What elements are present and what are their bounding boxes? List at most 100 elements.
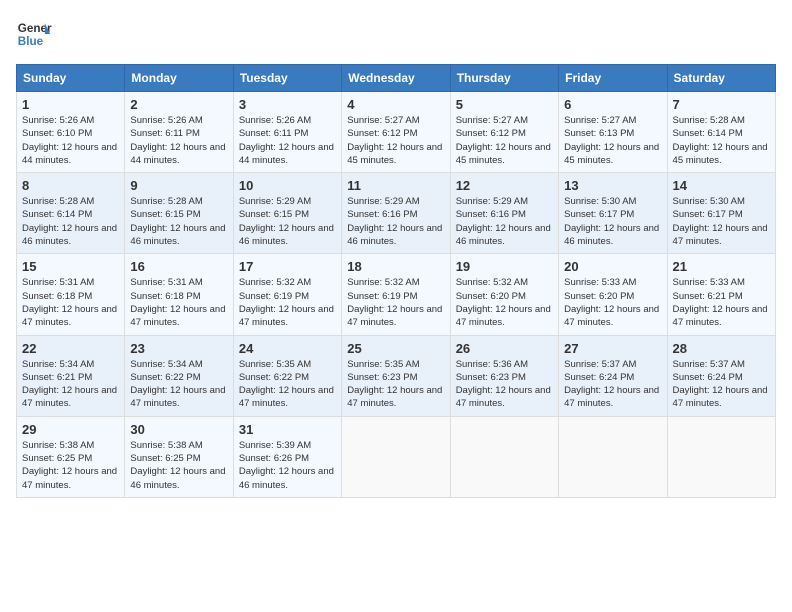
weekday-header: Friday	[559, 65, 667, 92]
calendar-day-cell: 21 Sunrise: 5:33 AMSunset: 6:21 PMDaylig…	[667, 254, 775, 335]
day-info: Sunrise: 5:29 AMSunset: 6:16 PMDaylight:…	[347, 196, 442, 247]
calendar-day-cell: 6 Sunrise: 5:27 AMSunset: 6:13 PMDayligh…	[559, 92, 667, 173]
day-info: Sunrise: 5:30 AMSunset: 6:17 PMDaylight:…	[673, 196, 768, 247]
calendar-day-cell: 20 Sunrise: 5:33 AMSunset: 6:20 PMDaylig…	[559, 254, 667, 335]
day-number: 19	[456, 259, 553, 274]
calendar-day-cell: 17 Sunrise: 5:32 AMSunset: 6:19 PMDaylig…	[233, 254, 341, 335]
day-info: Sunrise: 5:26 AMSunset: 6:10 PMDaylight:…	[22, 115, 117, 166]
calendar-day-cell: 27 Sunrise: 5:37 AMSunset: 6:24 PMDaylig…	[559, 335, 667, 416]
calendar-week-row: 22 Sunrise: 5:34 AMSunset: 6:21 PMDaylig…	[17, 335, 776, 416]
calendar-day-cell	[667, 416, 775, 497]
calendar-day-cell: 24 Sunrise: 5:35 AMSunset: 6:22 PMDaylig…	[233, 335, 341, 416]
day-info: Sunrise: 5:27 AMSunset: 6:13 PMDaylight:…	[564, 115, 659, 166]
calendar-day-cell: 29 Sunrise: 5:38 AMSunset: 6:25 PMDaylig…	[17, 416, 125, 497]
calendar-day-cell: 14 Sunrise: 5:30 AMSunset: 6:17 PMDaylig…	[667, 173, 775, 254]
calendar-day-cell: 10 Sunrise: 5:29 AMSunset: 6:15 PMDaylig…	[233, 173, 341, 254]
calendar-day-cell: 12 Sunrise: 5:29 AMSunset: 6:16 PMDaylig…	[450, 173, 558, 254]
day-info: Sunrise: 5:33 AMSunset: 6:20 PMDaylight:…	[564, 277, 659, 328]
day-number: 26	[456, 341, 553, 356]
day-number: 11	[347, 178, 444, 193]
calendar-day-cell: 1 Sunrise: 5:26 AMSunset: 6:10 PMDayligh…	[17, 92, 125, 173]
calendar-day-cell: 11 Sunrise: 5:29 AMSunset: 6:16 PMDaylig…	[342, 173, 450, 254]
calendar-day-cell: 9 Sunrise: 5:28 AMSunset: 6:15 PMDayligh…	[125, 173, 233, 254]
day-number: 29	[22, 422, 119, 437]
calendar-day-cell: 28 Sunrise: 5:37 AMSunset: 6:24 PMDaylig…	[667, 335, 775, 416]
day-info: Sunrise: 5:39 AMSunset: 6:26 PMDaylight:…	[239, 440, 334, 491]
logo: General Blue	[16, 16, 52, 52]
weekday-header: Tuesday	[233, 65, 341, 92]
calendar-day-cell: 4 Sunrise: 5:27 AMSunset: 6:12 PMDayligh…	[342, 92, 450, 173]
day-info: Sunrise: 5:38 AMSunset: 6:25 PMDaylight:…	[130, 440, 225, 491]
day-number: 8	[22, 178, 119, 193]
calendar-day-cell: 30 Sunrise: 5:38 AMSunset: 6:25 PMDaylig…	[125, 416, 233, 497]
day-number: 31	[239, 422, 336, 437]
calendar-day-cell	[450, 416, 558, 497]
day-info: Sunrise: 5:35 AMSunset: 6:22 PMDaylight:…	[239, 359, 334, 410]
day-number: 14	[673, 178, 770, 193]
day-info: Sunrise: 5:26 AMSunset: 6:11 PMDaylight:…	[130, 115, 225, 166]
day-info: Sunrise: 5:33 AMSunset: 6:21 PMDaylight:…	[673, 277, 768, 328]
day-number: 21	[673, 259, 770, 274]
calendar-day-cell: 3 Sunrise: 5:26 AMSunset: 6:11 PMDayligh…	[233, 92, 341, 173]
day-number: 17	[239, 259, 336, 274]
calendar-header-row: SundayMondayTuesdayWednesdayThursdayFrid…	[17, 65, 776, 92]
calendar-day-cell: 26 Sunrise: 5:36 AMSunset: 6:23 PMDaylig…	[450, 335, 558, 416]
calendar-week-row: 8 Sunrise: 5:28 AMSunset: 6:14 PMDayligh…	[17, 173, 776, 254]
day-info: Sunrise: 5:27 AMSunset: 6:12 PMDaylight:…	[456, 115, 551, 166]
calendar-week-row: 1 Sunrise: 5:26 AMSunset: 6:10 PMDayligh…	[17, 92, 776, 173]
day-info: Sunrise: 5:31 AMSunset: 6:18 PMDaylight:…	[22, 277, 117, 328]
calendar-day-cell: 18 Sunrise: 5:32 AMSunset: 6:19 PMDaylig…	[342, 254, 450, 335]
calendar-day-cell: 23 Sunrise: 5:34 AMSunset: 6:22 PMDaylig…	[125, 335, 233, 416]
svg-text:Blue: Blue	[18, 35, 44, 48]
day-number: 3	[239, 97, 336, 112]
weekday-header: Thursday	[450, 65, 558, 92]
weekday-header: Wednesday	[342, 65, 450, 92]
day-number: 6	[564, 97, 661, 112]
day-number: 24	[239, 341, 336, 356]
day-info: Sunrise: 5:28 AMSunset: 6:14 PMDaylight:…	[673, 115, 768, 166]
day-number: 23	[130, 341, 227, 356]
day-info: Sunrise: 5:29 AMSunset: 6:15 PMDaylight:…	[239, 196, 334, 247]
calendar-week-row: 15 Sunrise: 5:31 AMSunset: 6:18 PMDaylig…	[17, 254, 776, 335]
calendar-day-cell: 8 Sunrise: 5:28 AMSunset: 6:14 PMDayligh…	[17, 173, 125, 254]
day-number: 7	[673, 97, 770, 112]
day-info: Sunrise: 5:30 AMSunset: 6:17 PMDaylight:…	[564, 196, 659, 247]
day-number: 27	[564, 341, 661, 356]
day-number: 9	[130, 178, 227, 193]
day-info: Sunrise: 5:35 AMSunset: 6:23 PMDaylight:…	[347, 359, 442, 410]
day-info: Sunrise: 5:37 AMSunset: 6:24 PMDaylight:…	[564, 359, 659, 410]
day-info: Sunrise: 5:37 AMSunset: 6:24 PMDaylight:…	[673, 359, 768, 410]
day-number: 22	[22, 341, 119, 356]
weekday-header: Saturday	[667, 65, 775, 92]
day-number: 25	[347, 341, 444, 356]
day-info: Sunrise: 5:29 AMSunset: 6:16 PMDaylight:…	[456, 196, 551, 247]
calendar-week-row: 29 Sunrise: 5:38 AMSunset: 6:25 PMDaylig…	[17, 416, 776, 497]
day-number: 1	[22, 97, 119, 112]
calendar-day-cell	[559, 416, 667, 497]
day-number: 16	[130, 259, 227, 274]
day-number: 20	[564, 259, 661, 274]
day-info: Sunrise: 5:38 AMSunset: 6:25 PMDaylight:…	[22, 440, 117, 491]
day-info: Sunrise: 5:31 AMSunset: 6:18 PMDaylight:…	[130, 277, 225, 328]
day-number: 2	[130, 97, 227, 112]
day-info: Sunrise: 5:36 AMSunset: 6:23 PMDaylight:…	[456, 359, 551, 410]
day-number: 28	[673, 341, 770, 356]
calendar-table: SundayMondayTuesdayWednesdayThursdayFrid…	[16, 64, 776, 498]
day-number: 5	[456, 97, 553, 112]
day-info: Sunrise: 5:34 AMSunset: 6:22 PMDaylight:…	[130, 359, 225, 410]
day-info: Sunrise: 5:32 AMSunset: 6:19 PMDaylight:…	[239, 277, 334, 328]
calendar-day-cell: 15 Sunrise: 5:31 AMSunset: 6:18 PMDaylig…	[17, 254, 125, 335]
day-info: Sunrise: 5:26 AMSunset: 6:11 PMDaylight:…	[239, 115, 334, 166]
header: General Blue	[16, 16, 776, 52]
day-info: Sunrise: 5:28 AMSunset: 6:14 PMDaylight:…	[22, 196, 117, 247]
logo-icon: General Blue	[16, 16, 52, 52]
day-number: 15	[22, 259, 119, 274]
day-info: Sunrise: 5:34 AMSunset: 6:21 PMDaylight:…	[22, 359, 117, 410]
weekday-header: Sunday	[17, 65, 125, 92]
calendar-day-cell: 2 Sunrise: 5:26 AMSunset: 6:11 PMDayligh…	[125, 92, 233, 173]
day-info: Sunrise: 5:32 AMSunset: 6:19 PMDaylight:…	[347, 277, 442, 328]
day-info: Sunrise: 5:27 AMSunset: 6:12 PMDaylight:…	[347, 115, 442, 166]
calendar-day-cell: 13 Sunrise: 5:30 AMSunset: 6:17 PMDaylig…	[559, 173, 667, 254]
weekday-header: Monday	[125, 65, 233, 92]
calendar-day-cell	[342, 416, 450, 497]
